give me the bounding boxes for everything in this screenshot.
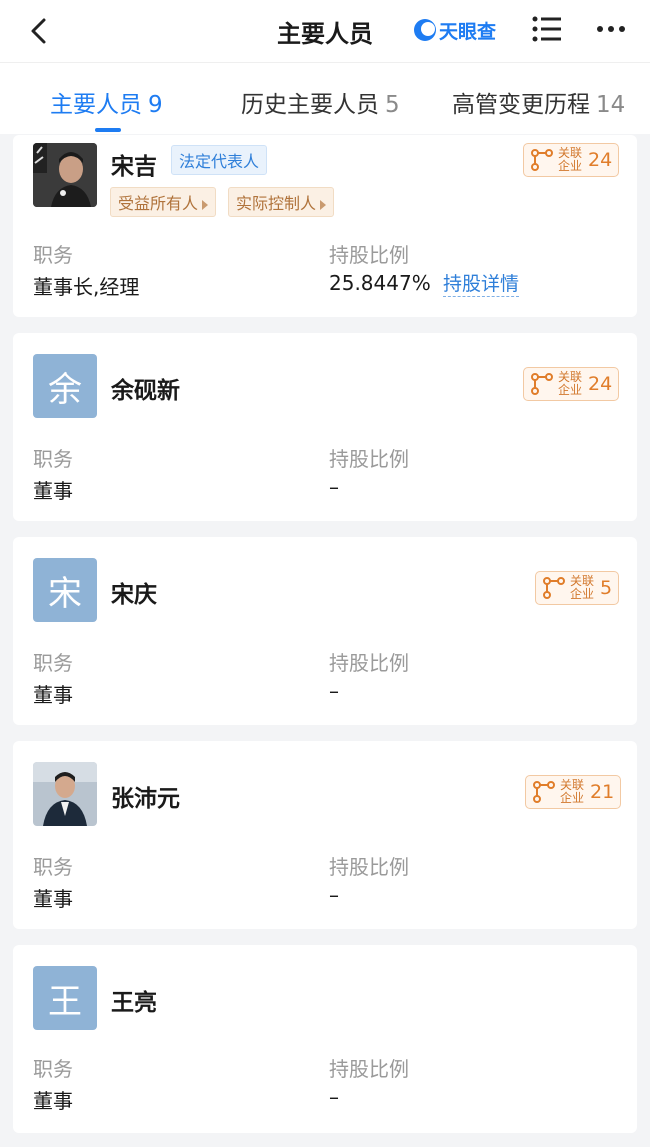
person-card[interactable]: 王 王亮 职务 持股比例 董事 – bbox=[13, 945, 637, 1133]
share-ratio-value: – bbox=[329, 679, 339, 703]
related-companies-button[interactable]: 关联企业 24 bbox=[523, 367, 620, 401]
person-card[interactable]: 宋 宋庆 关联企业 5 职务 持股比例 董事 – bbox=[13, 537, 637, 725]
person-card[interactable]: 余 余砚新 关联企业 24 职务 持股比例 董事 – bbox=[13, 333, 637, 521]
brand-icon bbox=[414, 19, 436, 41]
person-photo bbox=[33, 143, 97, 207]
tab-executive-changes[interactable]: 高管变更历程 14 bbox=[452, 85, 625, 119]
tab-label: 历史主要人员 bbox=[241, 92, 379, 118]
position-value: 董事 bbox=[33, 887, 73, 911]
share-ratio-value: – bbox=[329, 883, 339, 907]
avatar: 余 bbox=[33, 354, 97, 418]
position-label: 职务 bbox=[33, 855, 73, 879]
triangle-right-icon bbox=[202, 199, 209, 210]
share-ratio-value: – bbox=[329, 475, 339, 499]
position-value: 董事长,经理 bbox=[33, 275, 140, 299]
brand-name: 天眼查 bbox=[439, 20, 497, 43]
brand-logo[interactable]: 天眼查 bbox=[414, 16, 496, 44]
position-label: 职务 bbox=[33, 243, 73, 267]
share-ratio-label: 持股比例 bbox=[329, 651, 409, 675]
tab-history-personnel[interactable]: 历史主要人员 5 bbox=[241, 85, 400, 119]
person-name: 宋吉 bbox=[111, 154, 157, 180]
related-count: 21 bbox=[590, 781, 615, 803]
person-name: 宋庆 bbox=[111, 582, 157, 608]
person-photo bbox=[33, 762, 97, 826]
related-companies-button[interactable]: 关联企业 5 bbox=[535, 571, 620, 605]
share-ratio-value: 25.8447% bbox=[329, 271, 431, 295]
related-companies-icon bbox=[543, 577, 565, 599]
tab-bar: 主要人员 9 历史主要人员 5 高管变更历程 14 bbox=[0, 62, 650, 134]
related-companies-button[interactable]: 关联企业 21 bbox=[525, 775, 622, 809]
share-ratio-label: 持股比例 bbox=[329, 447, 409, 471]
tab-count: 9 bbox=[148, 92, 163, 118]
related-count: 5 bbox=[600, 577, 613, 599]
related-companies-icon bbox=[533, 781, 555, 803]
related-label: 关联企业 bbox=[560, 778, 585, 805]
position-label: 职务 bbox=[33, 651, 73, 675]
controller-tag[interactable]: 实际控制人 bbox=[228, 187, 335, 217]
related-companies-button[interactable]: 关联企业 24 bbox=[523, 143, 620, 177]
avatar: 王 bbox=[33, 966, 97, 1030]
position-value: 董事 bbox=[33, 479, 73, 503]
beneficiary-tag[interactable]: 受益所有人 bbox=[110, 187, 217, 217]
related-count: 24 bbox=[588, 373, 613, 395]
list-menu-icon[interactable] bbox=[532, 16, 562, 42]
share-ratio-label: 持股比例 bbox=[329, 855, 409, 879]
person-name: 王亮 bbox=[111, 990, 157, 1016]
person-name: 张沛元 bbox=[111, 786, 180, 812]
legal-representative-tag: 法定代表人 bbox=[171, 145, 268, 175]
controller-tag-label: 实际控制人 bbox=[236, 194, 317, 213]
position-label: 职务 bbox=[33, 447, 73, 471]
active-tab-indicator bbox=[95, 128, 121, 132]
tab-label: 高管变更历程 bbox=[452, 92, 590, 118]
share-ratio-label: 持股比例 bbox=[329, 243, 409, 267]
share-ratio-label: 持股比例 bbox=[329, 1057, 409, 1081]
related-companies-icon bbox=[531, 149, 553, 171]
avatar: 宋 bbox=[33, 558, 97, 622]
tab-label: 主要人员 bbox=[50, 92, 142, 118]
related-label: 关联企业 bbox=[558, 370, 583, 397]
tab-count: 14 bbox=[596, 92, 626, 118]
related-label: 关联企业 bbox=[558, 146, 583, 173]
related-companies-icon bbox=[531, 373, 553, 395]
tab-main-personnel[interactable]: 主要人员 9 bbox=[50, 85, 163, 119]
share-details-link[interactable]: 持股详情 bbox=[443, 269, 520, 297]
position-label: 职务 bbox=[33, 1057, 73, 1081]
triangle-right-icon bbox=[320, 199, 327, 210]
position-value: 董事 bbox=[33, 1089, 73, 1113]
related-label: 关联企业 bbox=[570, 574, 595, 601]
related-count: 24 bbox=[588, 149, 613, 171]
person-card[interactable]: 张沛元 关联企业 21 职务 持股比例 董事 – bbox=[13, 741, 637, 929]
tab-count: 5 bbox=[385, 92, 400, 118]
more-options-icon[interactable] bbox=[595, 18, 627, 40]
beneficiary-tag-label: 受益所有人 bbox=[118, 194, 199, 213]
share-ratio-value: – bbox=[329, 1085, 339, 1109]
top-bar: 主要人员 天眼查 bbox=[0, 0, 650, 62]
person-card[interactable]: 宋吉 法定代表人 受益所有人 实际控制人 关联企业 24 职务 持股比例 董事长… bbox=[13, 135, 637, 317]
person-name: 余砚新 bbox=[111, 378, 180, 404]
position-value: 董事 bbox=[33, 683, 73, 707]
